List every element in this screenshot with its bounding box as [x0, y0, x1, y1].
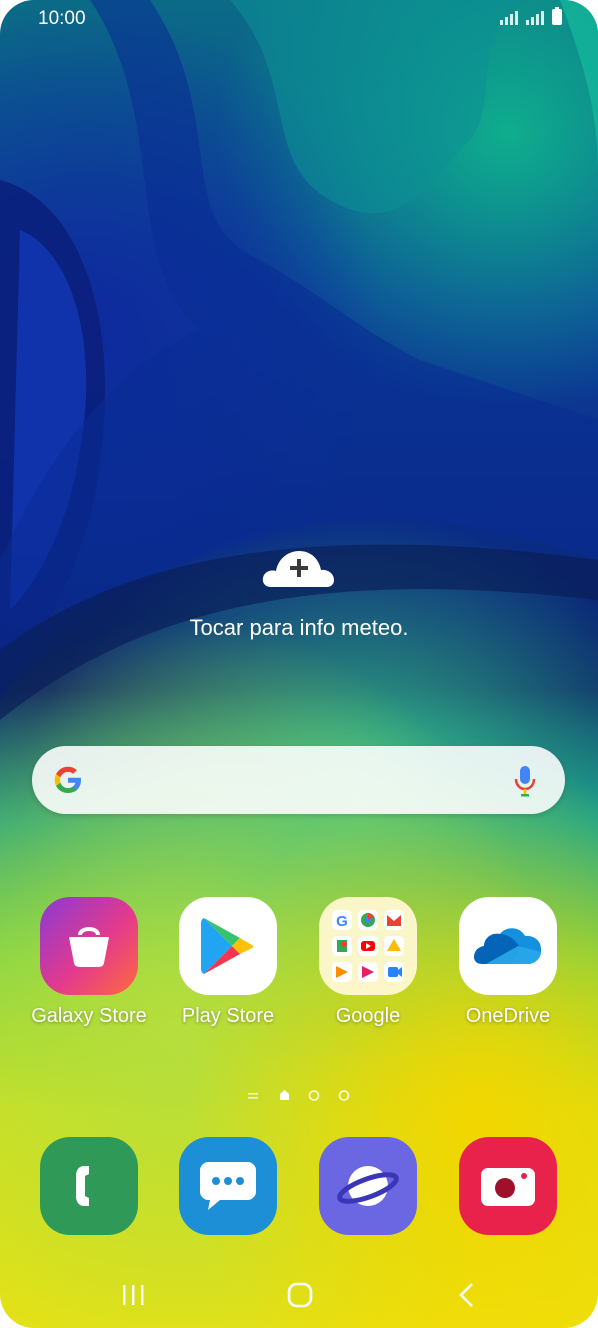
dock-internet[interactable] — [298, 1137, 438, 1235]
status-time: 10:00 — [38, 8, 86, 29]
google-folder-icon: G — [319, 897, 417, 995]
dock-messages[interactable] — [158, 1137, 298, 1235]
camera-icon — [459, 1137, 557, 1235]
page-dot — [338, 1090, 350, 1101]
home-page-dot — [280, 1090, 289, 1100]
home-screen: 10:00 Tocar para info meteo. Galaxy Stor… — [0, 0, 598, 1328]
app-play-store[interactable]: Play Store — [158, 897, 298, 1028]
recent-apps-icon[interactable] — [113, 1278, 153, 1312]
dock-camera[interactable] — [438, 1137, 578, 1235]
app-onedrive[interactable]: OneDrive — [438, 897, 578, 1028]
galaxy-store-icon — [40, 897, 138, 995]
app-label: Play Store — [181, 1005, 275, 1027]
page-dot — [308, 1090, 320, 1101]
play-store-icon — [179, 897, 277, 995]
internet-icon — [319, 1137, 417, 1235]
google-search-bar[interactable] — [32, 746, 565, 814]
signal-icon — [526, 9, 544, 25]
app-galaxy-store[interactable]: Galaxy Store — [19, 897, 159, 1028]
wallpaper — [0, 0, 598, 720]
home-icon[interactable] — [280, 1278, 320, 1312]
phone-icon — [40, 1137, 138, 1235]
google-g-icon — [54, 766, 81, 793]
app-label: Galaxy Store — [31, 1005, 147, 1027]
back-icon[interactable] — [447, 1278, 487, 1312]
svg-text:G: G — [336, 913, 348, 930]
app-label: OneDrive — [465, 1005, 551, 1027]
app-google-folder[interactable]: G Google — [298, 897, 438, 1028]
navigation-bar — [0, 1262, 598, 1328]
cloud-plus-icon — [262, 551, 334, 587]
app-label: Google — [335, 1005, 401, 1027]
mic-icon[interactable] — [513, 764, 537, 798]
onedrive-icon — [459, 897, 557, 995]
dock-phone[interactable] — [19, 1137, 159, 1235]
page-indicator — [248, 1090, 350, 1101]
weather-label: Tocar para info meteo. — [189, 615, 409, 640]
home-page-lines-icon — [248, 1093, 258, 1099]
status-bar: 10:00 — [0, 0, 598, 40]
battery-icon — [552, 7, 562, 25]
status-icons — [500, 7, 562, 25]
weather-widget[interactable]: Tocar para info meteo. — [0, 545, 598, 641]
messages-icon — [179, 1137, 277, 1235]
signal-icon — [500, 9, 518, 25]
